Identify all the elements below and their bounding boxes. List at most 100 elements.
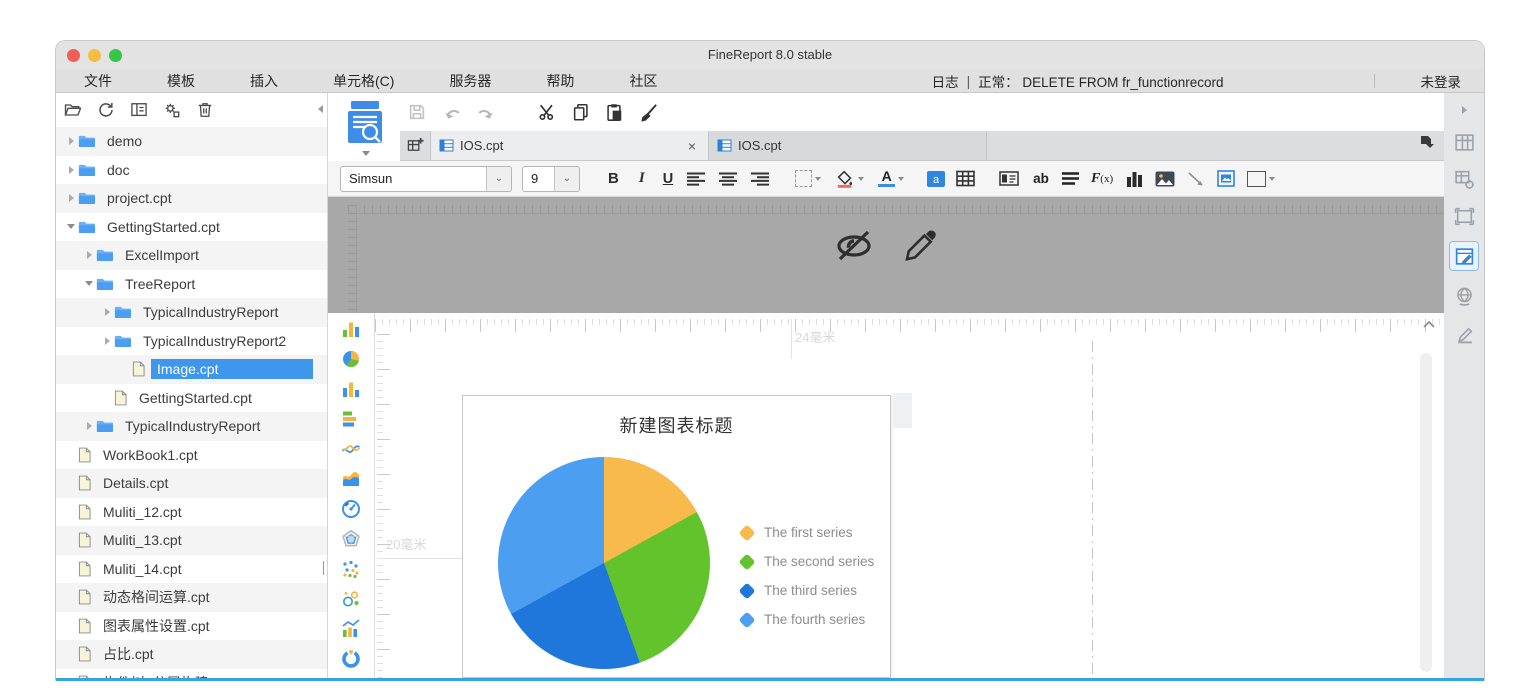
undo-button[interactable] — [441, 101, 463, 123]
combo-chart-icon[interactable] — [340, 618, 362, 640]
open-template-icon[interactable] — [62, 99, 84, 121]
column-chart-icon[interactable] — [340, 318, 362, 340]
save-button[interactable] — [406, 101, 428, 123]
float-element-icon[interactable] — [1452, 204, 1476, 228]
expand-arrow-icon[interactable] — [100, 337, 114, 345]
new-template-tab-icon[interactable] — [400, 131, 431, 160]
scroll-up-icon[interactable] — [1422, 317, 1436, 327]
align-left-icon[interactable] — [687, 172, 705, 186]
tree-item-GettingStarted.cpt[interactable]: GettingStarted.cpt — [56, 213, 327, 242]
tab-list-dropdown-icon[interactable] — [1420, 135, 1434, 148]
tree-item-TypicalIndustryReport[interactable]: TypicalIndustryReport — [56, 298, 327, 327]
bar-chart-icon[interactable] — [340, 408, 362, 430]
web-attributes-globe-icon[interactable] — [1452, 284, 1476, 308]
vertical-scrollbar[interactable] — [1420, 353, 1432, 672]
unmerge-cells-icon[interactable] — [956, 170, 975, 187]
close-tab-icon[interactable]: × — [684, 138, 700, 154]
font-color-button[interactable]: A — [878, 170, 904, 187]
underline-button[interactable]: U — [663, 171, 673, 187]
cell-element-icon[interactable] — [1452, 130, 1476, 154]
line-chart-icon[interactable] — [340, 438, 362, 460]
expand-arrow-icon[interactable] — [64, 137, 78, 145]
expand-arrow-icon[interactable] — [64, 166, 78, 174]
tree-item-动态格间运算.cpt[interactable]: 动态格间运算.cpt — [56, 583, 327, 612]
area-chart-icon[interactable] — [340, 468, 362, 490]
donut-chart-icon[interactable] — [340, 648, 362, 670]
align-center-icon[interactable] — [719, 172, 737, 186]
rich-text-icon[interactable] — [1062, 172, 1079, 185]
tab-ios-inactive[interactable]: IOS.cpt — [709, 131, 987, 160]
bold-button[interactable]: B — [608, 170, 619, 187]
cell-attributes-icon[interactable] — [1452, 167, 1476, 191]
hide-parameter-pane-icon[interactable] — [833, 225, 877, 272]
image-icon[interactable] — [1155, 171, 1175, 187]
legend-item[interactable]: The first series — [741, 518, 874, 547]
tree-item-占比.cpt[interactable]: 占比.cpt — [56, 640, 327, 669]
settings-gear-icon[interactable] — [161, 99, 183, 121]
italic-button[interactable]: I — [639, 170, 645, 187]
menu-item[interactable]: 单元格(C) — [319, 71, 408, 91]
collapse-arrow-icon[interactable] — [64, 224, 78, 229]
cut-scissors-icon[interactable] — [536, 101, 558, 123]
rectangle-shape-button[interactable] — [1247, 171, 1275, 187]
tree-item-Muliti_12.cpt[interactable]: Muliti_12.cpt — [56, 498, 327, 527]
tree-item-TypicalIndustryReport2[interactable]: TypicalIndustryReport2 — [56, 327, 327, 356]
merge-cells-icon[interactable]: a — [926, 170, 946, 188]
tab-ios-active[interactable]: IOS.cpt × — [431, 131, 709, 160]
tree-item-构件树_分层构建.cpt[interactable]: 构件树_分层构建.cpt — [56, 669, 327, 679]
menu-item[interactable]: 社区 — [615, 71, 671, 91]
tree-item-Image.cpt[interactable]: Image.cpt — [56, 355, 327, 384]
menu-item[interactable]: 服务器 — [435, 71, 505, 91]
paste-icon[interactable] — [603, 101, 625, 123]
pie-chart-icon[interactable] — [340, 348, 362, 370]
tree-item-doc[interactable]: doc — [56, 156, 327, 185]
tree-item-project.cpt[interactable]: project.cpt — [56, 184, 327, 213]
formula-button[interactable]: F(x) — [1091, 171, 1113, 187]
collapse-panel-icon[interactable] — [1452, 103, 1476, 117]
tree-item-Details.cpt[interactable]: Details.cpt — [56, 469, 327, 498]
legend-item[interactable]: The fourth series — [741, 605, 874, 634]
gauge-chart-icon[interactable] — [340, 498, 362, 520]
tree-item-GettingStarted.cpt[interactable]: GettingStarted.cpt — [56, 384, 327, 413]
report-page[interactable]: 新建图表标题 The first series The se — [462, 395, 891, 678]
refresh-icon[interactable] — [95, 99, 117, 121]
background-color-button[interactable] — [835, 169, 864, 189]
line-shape-icon[interactable] — [1187, 171, 1205, 187]
edit-parameter-pane-icon[interactable] — [903, 225, 939, 272]
font-family-select[interactable]: Simsun ⌄ — [340, 166, 512, 192]
widget-icon[interactable] — [999, 171, 1019, 186]
log-link[interactable]: 日志 — [932, 71, 959, 91]
float-image-icon[interactable] — [1217, 170, 1235, 187]
borders-button[interactable] — [795, 170, 821, 187]
collapse-arrow-icon[interactable] — [82, 281, 96, 286]
delete-trash-icon[interactable] — [194, 99, 216, 121]
tree-item-ExcelImport[interactable]: ExcelImport — [56, 241, 327, 270]
column-chart2-icon[interactable] — [340, 378, 362, 400]
format-painter-icon[interactable] — [637, 101, 659, 123]
scatter-chart-icon[interactable] — [340, 558, 362, 580]
expand-arrow-icon[interactable] — [100, 308, 114, 316]
copy-icon[interactable] — [570, 101, 592, 123]
align-right-icon[interactable] — [751, 172, 769, 186]
tree-item-demo[interactable]: demo — [56, 127, 327, 156]
widget-editor-icon-active[interactable] — [1449, 241, 1479, 271]
text-widget-button[interactable]: ab — [1033, 171, 1049, 186]
expand-arrow-icon[interactable] — [82, 251, 96, 259]
tree-item-TypicalIndustryReport[interactable]: TypicalIndustryReport — [56, 412, 327, 441]
tree-item-TreeReport[interactable]: TreeReport — [56, 270, 327, 299]
font-size-select[interactable]: 9 ⌄ — [522, 166, 580, 192]
redo-button[interactable] — [474, 101, 496, 123]
expand-arrow-icon[interactable] — [82, 422, 96, 430]
chart-icon[interactable] — [1126, 171, 1143, 187]
tree-item-Muliti_14.cpt[interactable]: Muliti_14.cpt — [56, 555, 327, 584]
edit-pencil-icon[interactable] — [1452, 321, 1476, 345]
template-version-icon[interactable] — [128, 99, 150, 121]
pie-chart[interactable] — [498, 457, 710, 669]
template-search-big-icon[interactable] — [340, 99, 392, 163]
bubble-chart-icon[interactable] — [340, 588, 362, 610]
legend-item[interactable]: The second series — [741, 547, 874, 576]
menu-item[interactable]: 模板 — [153, 71, 209, 91]
collapse-sidebar-icon[interactable] — [318, 105, 323, 113]
expand-arrow-icon[interactable] — [64, 194, 78, 202]
tree-item-Muliti_13.cpt[interactable]: Muliti_13.cpt — [56, 526, 327, 555]
